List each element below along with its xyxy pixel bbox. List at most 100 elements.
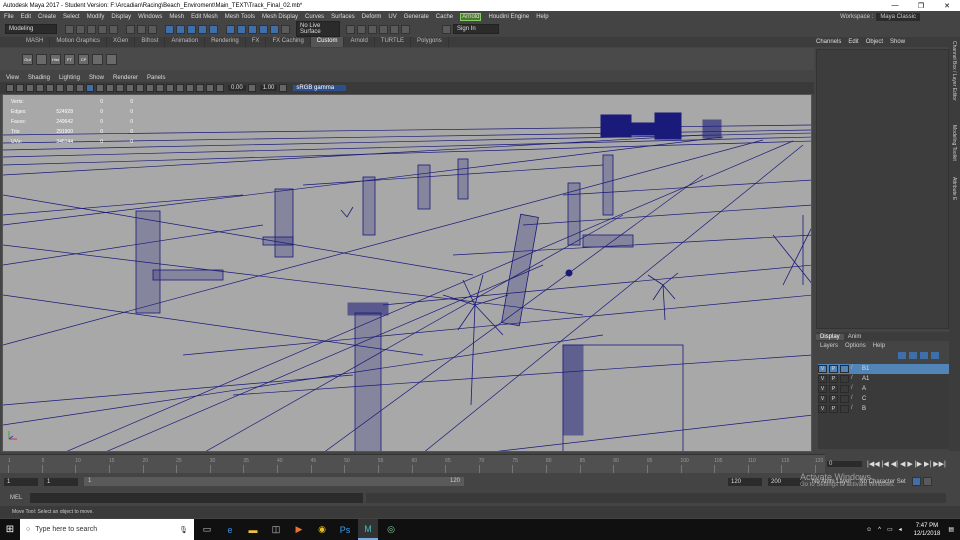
command-input[interactable] bbox=[30, 493, 363, 503]
shelf-tab-rendering[interactable]: Rendering bbox=[205, 37, 246, 47]
spotify-icon[interactable]: ◎ bbox=[381, 519, 401, 540]
new-empty-layer-icon[interactable] bbox=[920, 352, 928, 359]
playback-end-field[interactable]: 120 bbox=[728, 477, 762, 486]
select-face-icon[interactable] bbox=[187, 24, 196, 34]
menu-windows[interactable]: Windows bbox=[138, 14, 162, 20]
hypershade-icon[interactable] bbox=[379, 24, 388, 34]
layer-color-swatch[interactable] bbox=[840, 375, 849, 383]
minimize-button[interactable]: — bbox=[882, 2, 908, 10]
menu-edit[interactable]: Edit bbox=[21, 14, 31, 20]
range-slider[interactable]: 1 120 bbox=[84, 477, 464, 486]
xray-icon[interactable] bbox=[156, 84, 164, 92]
select-edge-icon[interactable] bbox=[176, 24, 185, 34]
go-to-end-button[interactable]: ▶▶| bbox=[933, 460, 946, 468]
shelf-tab-custom[interactable]: Custom bbox=[310, 37, 345, 47]
open-scene-icon[interactable] bbox=[76, 24, 85, 34]
textured-icon[interactable] bbox=[116, 84, 124, 92]
gamma-icon[interactable] bbox=[247, 84, 256, 92]
new-layer-selected-icon[interactable] bbox=[931, 352, 939, 359]
auto-key-icon[interactable] bbox=[911, 477, 921, 486]
animation-start-field[interactable]: 1 bbox=[4, 477, 38, 486]
camera-attributes-icon[interactable] bbox=[16, 84, 24, 92]
time-slider[interactable]: 1 5 10 15 20 25 30 35 40 45 50 55 60 65 70 75 80 85 90 95 10… bbox=[0, 454, 825, 473]
motion-blur-icon[interactable] bbox=[186, 84, 194, 92]
select-curve-icon[interactable] bbox=[209, 24, 218, 34]
panel-menu-shading[interactable]: Shading bbox=[28, 75, 50, 81]
layer-name[interactable]: A1 bbox=[862, 376, 869, 382]
panel-menu-view[interactable]: View bbox=[6, 75, 19, 81]
channel-menu-edit[interactable]: Edit bbox=[848, 39, 858, 45]
current-frame-field[interactable]: 0 bbox=[827, 460, 862, 467]
menu-display[interactable]: Display bbox=[111, 14, 131, 20]
go-to-start-button[interactable]: |◀◀ bbox=[867, 460, 880, 468]
layer-playback-toggle[interactable]: P bbox=[829, 375, 838, 383]
shelf-tab-motion-graphics[interactable]: Motion Graphics bbox=[50, 37, 108, 47]
menu-help[interactable]: Help bbox=[536, 14, 548, 20]
bookmark-icon[interactable] bbox=[26, 84, 34, 92]
layers-menu-options[interactable]: Options bbox=[845, 343, 866, 349]
edge-browser-icon[interactable]: e bbox=[220, 519, 240, 540]
menu-modify[interactable]: Modify bbox=[87, 14, 105, 20]
select-uv-icon[interactable] bbox=[198, 24, 207, 34]
shelf-outliner-button[interactable]: Out bbox=[22, 53, 33, 65]
layers-menu-layers[interactable]: Layers bbox=[820, 343, 838, 349]
snap-plane-icon[interactable] bbox=[259, 24, 268, 34]
taskbar-search[interactable]: ○ Type here to search 🎙 bbox=[20, 519, 194, 540]
tab-attribute-editor[interactable]: Attribute E bbox=[951, 177, 957, 200]
ipr-render-icon[interactable] bbox=[357, 24, 366, 34]
task-view-icon[interactable]: ▭ bbox=[197, 519, 217, 540]
anim-prefs-icon[interactable] bbox=[922, 477, 932, 486]
people-icon[interactable]: ☺ bbox=[866, 527, 872, 533]
shelf-tab-arnold[interactable]: Arnold bbox=[344, 37, 375, 47]
wireframe-on-shaded-icon[interactable] bbox=[106, 84, 114, 92]
layer-visibility-toggle[interactable]: V bbox=[818, 375, 827, 383]
layer-visibility-toggle[interactable]: V bbox=[818, 395, 827, 403]
maya-icon[interactable]: M bbox=[358, 519, 378, 540]
panel-menu-show[interactable]: Show bbox=[89, 75, 104, 81]
render-settings-icon[interactable] bbox=[368, 24, 377, 34]
menu-mesh-display[interactable]: Mesh Display bbox=[262, 14, 298, 20]
exposure-field[interactable]: 0.00 bbox=[228, 85, 246, 91]
menu-houdini-engine[interactable]: Houdini Engine bbox=[488, 14, 529, 20]
shelf-tab-turtle[interactable]: TURTLE bbox=[375, 37, 412, 47]
new-scene-icon[interactable] bbox=[65, 24, 74, 34]
layer-name[interactable]: B bbox=[862, 406, 866, 412]
image-plane-icon[interactable] bbox=[36, 84, 44, 92]
ambient-occlusion-icon[interactable] bbox=[176, 84, 184, 92]
layer-playback-toggle[interactable]: P bbox=[829, 395, 838, 403]
arnold-render-icon[interactable] bbox=[401, 24, 410, 34]
layer-playback-toggle[interactable]: P bbox=[829, 385, 838, 393]
step-forward-key-button[interactable]: ▶| bbox=[924, 460, 931, 468]
menu-uv[interactable]: UV bbox=[388, 14, 396, 20]
channel-menu-channels[interactable]: Channels bbox=[816, 39, 841, 45]
menu-file[interactable]: File bbox=[4, 14, 14, 20]
live-surface-icon[interactable] bbox=[281, 24, 290, 34]
notifications-icon[interactable]: ▤ bbox=[948, 526, 954, 533]
select-hierarchy-icon[interactable] bbox=[126, 24, 135, 34]
maximize-button[interactable]: ❐ bbox=[908, 2, 934, 10]
layer-visibility-toggle[interactable]: V bbox=[818, 385, 827, 393]
smooth-shade-icon[interactable] bbox=[96, 84, 104, 92]
close-button[interactable]: ✕ bbox=[934, 2, 960, 10]
tab-channel-box-layer-editor[interactable]: Channel Box / Layer Editor bbox=[951, 41, 957, 101]
shelf-tab-polygons[interactable]: Polygons bbox=[411, 37, 449, 47]
move-layer-up-icon[interactable] bbox=[898, 352, 906, 359]
xray-joints-icon[interactable] bbox=[166, 84, 174, 92]
menu-edit-mesh[interactable]: Edit Mesh bbox=[191, 14, 218, 20]
snap-curve-icon[interactable] bbox=[237, 24, 246, 34]
select-vertex-icon[interactable] bbox=[165, 24, 174, 34]
volume-icon[interactable]: ◂ bbox=[899, 526, 902, 533]
tab-display-layers[interactable]: Display bbox=[816, 333, 844, 340]
panel-menu-lighting[interactable]: Lighting bbox=[59, 75, 80, 81]
menu-cache[interactable]: Cache bbox=[436, 14, 453, 20]
shelf-tab-bifrost[interactable]: Bifrost bbox=[135, 37, 166, 47]
menu-deform[interactable]: Deform bbox=[362, 14, 382, 20]
layer-row[interactable]: V P / A1 bbox=[818, 374, 949, 384]
move-layer-down-icon[interactable] bbox=[909, 352, 917, 359]
shelf-freeze-transform-button[interactable]: FT bbox=[64, 53, 75, 65]
wireframe-icon[interactable] bbox=[86, 84, 94, 92]
view-transform-dropdown[interactable]: sRGB gamma bbox=[293, 85, 347, 91]
step-forward-frame-button[interactable]: |▶ bbox=[915, 460, 922, 468]
layer-color-swatch[interactable] bbox=[840, 365, 849, 373]
animation-end-field[interactable]: 200 bbox=[768, 477, 802, 486]
